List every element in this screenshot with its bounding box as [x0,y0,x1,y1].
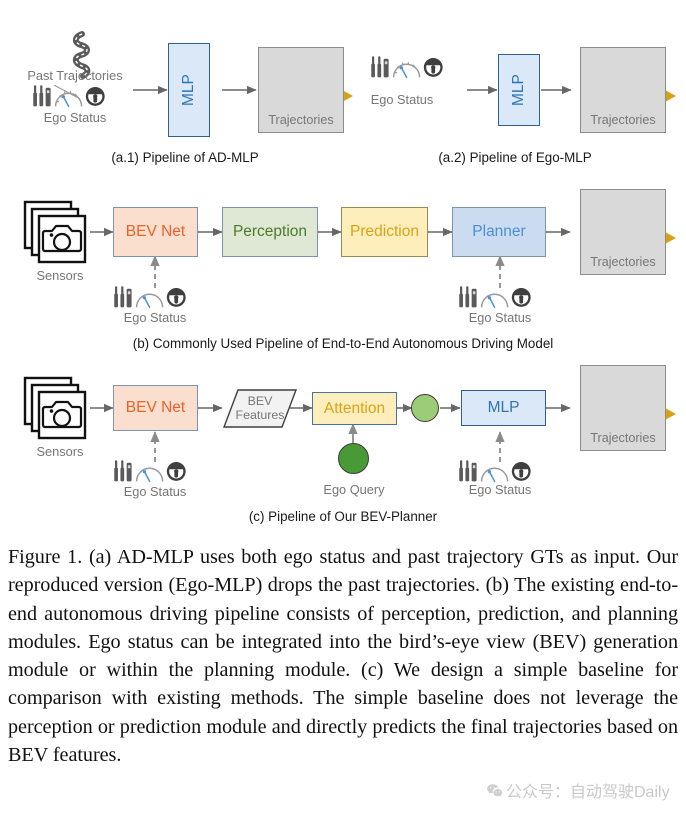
label-ego-status: Ego Status [370,92,434,107]
trajectories-label: Trajectories [590,113,656,127]
subcaption-a1: (a.1) Pipeline of AD-MLP [111,150,259,165]
trajectories-box: Trajectories [580,47,666,133]
block-mlp[interactable]: MLP [461,390,546,426]
label-ego-status: Ego Status [123,484,187,499]
ego-status-icon [459,460,531,483]
label-ego-query: Ego Query [323,482,385,497]
label-ego-status: Ego Status [123,310,187,325]
bev-features-label: BEV Features [224,394,296,422]
subcaption-b: (b) Commonly Used Pipeline of End-to-End… [132,336,554,351]
watermark-text: 公众号：自动驾驶Daily [506,784,670,801]
block-mlp[interactable]: MLP [168,43,210,137]
trajectories-box: Trajectories [258,47,344,133]
block-bev-net[interactable]: BEV Net [113,385,198,431]
ego-status-icon [114,286,186,309]
figure-caption: Figure 1. (a) AD-MLP uses both ego statu… [8,546,678,767]
bev-features-line1: BEV [247,394,273,408]
trajectories-label: Trajectories [590,431,656,445]
block-bev-net[interactable]: BEV Net [113,207,198,257]
block-mlp[interactable]: MLP [498,54,540,126]
bev-features-line2: Features [235,408,285,422]
ego-query-circle [338,443,369,474]
trajectories-label: Trajectories [590,255,656,269]
label-sensors: Sensors [36,444,84,459]
block-prediction[interactable]: Prediction [341,207,428,257]
trajectories-box: Trajectories [580,365,666,451]
wechat-icon [486,782,503,799]
ego-status-icon [371,56,443,79]
trajectories-label: Trajectories [268,113,334,127]
ego-status-icon [33,84,105,108]
label-past-trajectories: Past Trajectories [27,68,123,83]
figure-image: Past Trajectories Ego Status MLP Traject… [0,0,686,540]
label-ego-status: Ego Status [468,310,532,325]
trajectories-box: Trajectories [580,189,666,275]
label-ego-status: Ego Status [468,482,532,497]
ego-status-icon [459,286,531,309]
block-perception[interactable]: Perception [222,207,318,257]
watermark: 公众号：自动驾驶Daily [486,778,670,802]
subcaption-c: (c) Pipeline of Our BEV-Planner [248,509,438,524]
label-ego-status: Ego Status [43,110,107,125]
attention-output-circle [411,394,439,422]
block-attention[interactable]: Attention [312,392,397,425]
camera-stack-icon [23,200,87,264]
subcaption-a2: (a.2) Pipeline of Ego-MLP [438,150,592,165]
block-planner[interactable]: Planner [452,207,546,257]
label-sensors: Sensors [36,268,84,283]
camera-stack-icon [23,376,87,440]
ego-status-icon [114,460,186,483]
